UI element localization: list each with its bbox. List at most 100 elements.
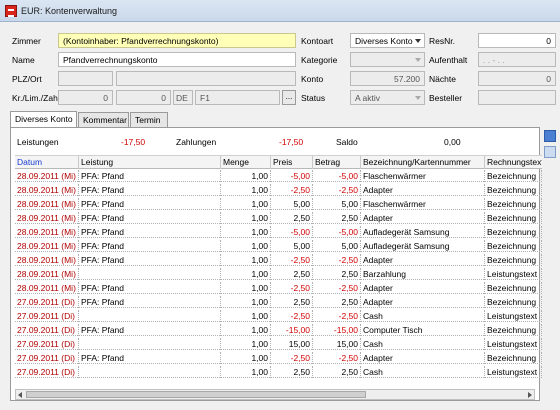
table-row[interactable]: 27.09.2011 (Di) PFA: Pfand 1,00 -2,50 -2,50 A… (15, 352, 542, 364)
col-header-rechnungstext[interactable]: Rechnungstext (485, 156, 542, 169)
col-header-datum[interactable]: Datum (15, 156, 79, 169)
table-row[interactable]: 27.09.2011 (Di) PFA: Pfand 1,00 -15,00 -15,0… (15, 324, 542, 336)
cell-preis: -2,50 (271, 184, 313, 196)
cell-menge: 1,00 (221, 282, 271, 294)
konto-field[interactable]: 57.200 (350, 71, 425, 86)
zimmer-field[interactable]: (Kontoinhaber: Pfandverrechnungskonto) (58, 33, 296, 48)
cell-betrag: 15,00 (313, 338, 361, 350)
aufenthalt-field[interactable]: . . - . . (478, 52, 556, 67)
cell-rechnungstext: Leistungstext (485, 338, 542, 350)
cell-betrag: 2,50 (313, 212, 361, 224)
cell-bezeichnung: Adapter (361, 352, 485, 364)
table-row[interactable]: 28.09.2011 (Mi) PFA: Pfand 1,00 -5,00 -5,00 A… (15, 226, 542, 238)
table-row[interactable]: 27.09.2011 (Di) 1,00 15,00 15,00 Cash Leistun… (15, 338, 542, 350)
app-icon (5, 5, 17, 17)
scroll-right-icon[interactable] (528, 392, 532, 398)
chevron-down-icon (415, 96, 421, 100)
cell-leistung (79, 338, 221, 350)
cell-bezeichnung: Aufladegerät Samsung (361, 240, 485, 252)
cell-rechnungstext: Bezeichnung (485, 240, 542, 252)
table-row[interactable]: 28.09.2011 (Mi) PFA: Pfand 1,00 -2,50 -2,50 A… (15, 254, 542, 266)
cell-leistung (79, 366, 221, 378)
col-header-bezeichnung[interactable]: Bezeichnung/Kartennummer (361, 156, 485, 169)
table-row[interactable]: 28.09.2011 (Mi) PFA: Pfand 1,00 -2,50 -2,50 A… (15, 282, 542, 294)
table-row[interactable]: 27.09.2011 (Di) 1,00 2,50 2,50 Cash Leistungs… (15, 366, 542, 378)
title-bar: EUR: Kontenverwaltung (0, 0, 560, 22)
tab-termin[interactable]: Termin (130, 112, 168, 127)
cell-betrag: -2,50 (313, 254, 361, 266)
resnr-label: ResNr. (429, 36, 455, 46)
cell-betrag: 2,50 (313, 296, 361, 308)
resnr-field[interactable]: 0 (478, 33, 556, 48)
cell-datum: 28.09.2011 (Mi) (15, 268, 79, 280)
leistungen-label: Leistungen (17, 137, 59, 147)
zimmer-label: Zimmer (12, 36, 41, 46)
kontoart-select[interactable]: Diverses Konto (350, 33, 425, 48)
table-row[interactable]: 28.09.2011 (Mi) PFA: Pfand 1,00 -2,50 -2,50 A… (15, 184, 542, 196)
col-header-menge[interactable]: Menge (221, 156, 271, 169)
cell-preis: -5,00 (271, 226, 313, 238)
cell-menge: 1,00 (221, 366, 271, 378)
cell-datum: 27.09.2011 (Di) (15, 324, 79, 336)
kategorie-select[interactable] (350, 52, 425, 67)
limit-field[interactable]: 0 (116, 90, 171, 105)
cell-leistung: PFA: Pfand (79, 254, 221, 266)
leistungen-value: -17,50 (121, 137, 146, 147)
cell-betrag: -15,00 (313, 324, 361, 336)
tab-kommentar[interactable]: Kommentar (78, 112, 129, 127)
cell-rechnungstext: Bezeichnung (485, 198, 542, 210)
table-row[interactable]: 27.09.2011 (Di) 1,00 -2,50 -2,50 Cash Leistun… (15, 310, 542, 322)
table-row[interactable]: 28.09.2011 (Mi) PFA: Pfand 1,00 -5,00 -5,00 F… (15, 170, 542, 182)
credit-field[interactable]: 0 (58, 90, 113, 105)
name-field[interactable]: Pfandverrechnungskonto (58, 52, 296, 67)
col-header-betrag[interactable]: Betrag (313, 156, 361, 169)
col-header-leistung[interactable]: Leistung (79, 156, 221, 169)
cell-bezeichnung: Cash (361, 338, 485, 350)
table-row[interactable]: 28.09.2011 (Mi) 1,00 2,50 2,50 Barzahlung Lei… (15, 268, 542, 280)
scroll-left-icon[interactable] (18, 392, 22, 398)
horizontal-scrollbar[interactable] (15, 389, 535, 400)
cell-preis: -2,50 (271, 310, 313, 322)
country-field[interactable]: DE (173, 90, 193, 105)
cell-menge: 1,00 (221, 212, 271, 224)
cell-datum: 28.09.2011 (Mi) (15, 282, 79, 294)
scrollbar-thumb[interactable] (26, 391, 366, 398)
table-row[interactable]: 27.09.2011 (Di) PFA: Pfand 1,00 2,50 2,50 Ada… (15, 296, 542, 308)
table-row[interactable]: 28.09.2011 (Mi) PFA: Pfand 1,00 2,50 2,50 Ada… (15, 212, 542, 224)
browse-button[interactable]: ... (282, 90, 296, 105)
cell-menge: 1,00 (221, 338, 271, 350)
cell-rechnungstext: Bezeichnung (485, 254, 542, 266)
account-panel: Leistungen -17,50 Zahlungen -17,50 Saldo… (10, 127, 542, 401)
cell-menge: 1,00 (221, 324, 271, 336)
status-select[interactable]: A aktiv (350, 90, 425, 105)
cell-preis: -2,50 (271, 352, 313, 364)
cell-datum: 27.09.2011 (Di) (15, 310, 79, 322)
tab-diverses-konto[interactable]: Diverses Konto (10, 111, 77, 127)
cell-betrag: -5,00 (313, 226, 361, 238)
cell-datum: 27.09.2011 (Di) (15, 338, 79, 350)
cell-menge: 1,00 (221, 268, 271, 280)
cell-datum: 28.09.2011 (Mi) (15, 212, 79, 224)
cell-leistung: PFA: Pfand (79, 352, 221, 364)
cell-leistung: PFA: Pfand (79, 324, 221, 336)
table-row[interactable]: 28.09.2011 (Mi) PFA: Pfand 1,00 5,00 5,00 Fla… (15, 198, 542, 210)
ort-field[interactable] (116, 71, 296, 86)
calendar-icon[interactable] (544, 130, 556, 142)
chevron-down-icon (415, 58, 421, 62)
cell-leistung: PFA: Pfand (79, 170, 221, 182)
kontoart-label: Kontoart (301, 36, 334, 46)
col-header-preis[interactable]: Preis (271, 156, 313, 169)
naechte-field[interactable]: 0 (478, 71, 556, 86)
document-icon[interactable] (544, 146, 556, 158)
payment-key-field[interactable]: F1 (195, 90, 280, 105)
besteller-field[interactable] (478, 90, 556, 105)
cell-datum: 27.09.2011 (Di) (15, 366, 79, 378)
cell-rechnungstext: Bezeichnung (485, 296, 542, 308)
cell-preis: 2,50 (271, 212, 313, 224)
plz-field[interactable] (58, 71, 113, 86)
cell-preis: -15,00 (271, 324, 313, 336)
cell-datum: 28.09.2011 (Mi) (15, 240, 79, 252)
name-label: Name (12, 55, 35, 65)
cell-menge: 1,00 (221, 170, 271, 182)
table-row[interactable]: 28.09.2011 (Mi) PFA: Pfand 1,00 5,00 5,00 Auf… (15, 240, 542, 252)
